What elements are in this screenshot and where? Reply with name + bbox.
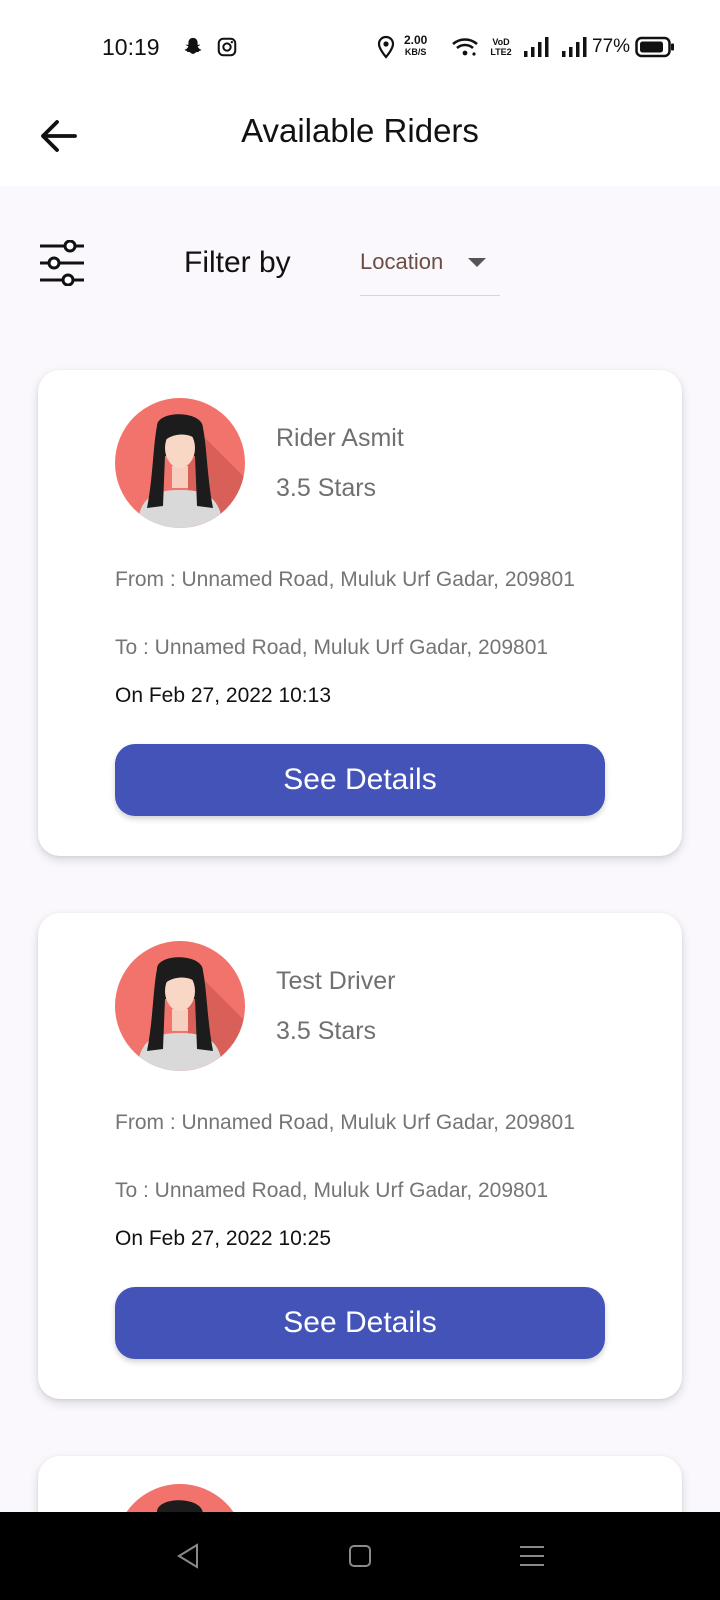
filter-dropdown[interactable]: Location: [360, 244, 500, 296]
ride-date: On Feb 27, 2022 10:13: [115, 684, 331, 707]
back-triangle-icon[interactable]: [170, 1540, 206, 1572]
avatar: [115, 941, 245, 1071]
to-address: To : Unnamed Road, Muluk Urf Gadar, 2098…: [115, 1179, 549, 1202]
caret-down-icon: [468, 258, 486, 267]
wifi-icon: [450, 34, 480, 60]
status-time: 10:19: [102, 34, 160, 60]
from-address: From : Unnamed Road, Muluk Urf Gadar, 20…: [115, 568, 575, 591]
rider-card: Test Driver 3.5 Stars From : Unnamed Roa…: [38, 913, 682, 1399]
home-square-icon[interactable]: [342, 1540, 378, 1572]
from-address: From : Unnamed Road, Muluk Urf Gadar, 20…: [115, 1111, 575, 1134]
avatar: [115, 398, 245, 528]
rider-rating: 3.5 Stars: [276, 474, 377, 502]
battery-icon: [634, 34, 676, 60]
system-nav-bar: [0, 1512, 720, 1600]
battery-percent: 77%: [592, 36, 631, 57]
rider-name: Rider Asmit: [276, 424, 404, 452]
snapchat-icon: [180, 34, 206, 60]
filter-label: Filter by: [184, 246, 291, 279]
menu-lines-icon[interactable]: [514, 1540, 550, 1572]
see-details-button[interactable]: See Details: [115, 744, 605, 816]
network-speed: 2.00 KB/S: [404, 33, 428, 57]
filter-sliders-icon[interactable]: [38, 239, 86, 287]
status-bar: 10:19 2.00 KB/S VoD LTE2 77%: [0, 0, 720, 92]
ride-date: On Feb 27, 2022 10:25: [115, 1227, 331, 1250]
rider-rating: 3.5 Stars: [276, 1017, 377, 1045]
see-details-button[interactable]: See Details: [115, 1287, 605, 1359]
filter-selected-value: Location: [360, 249, 444, 274]
location-icon: [374, 34, 398, 60]
app-bar: Available Riders: [0, 92, 720, 186]
instagram-icon: [214, 34, 240, 60]
signal-icon: [522, 34, 550, 60]
rider-name: Test Driver: [276, 967, 396, 995]
signal-icon: [560, 34, 588, 60]
volte-icon: VoD LTE2: [490, 37, 512, 57]
rider-card: Rider Asmit 3.5 Stars From : Unnamed Roa…: [38, 370, 682, 856]
page-title: Available Riders: [241, 112, 479, 149]
to-address: To : Unnamed Road, Muluk Urf Gadar, 2098…: [115, 636, 549, 659]
